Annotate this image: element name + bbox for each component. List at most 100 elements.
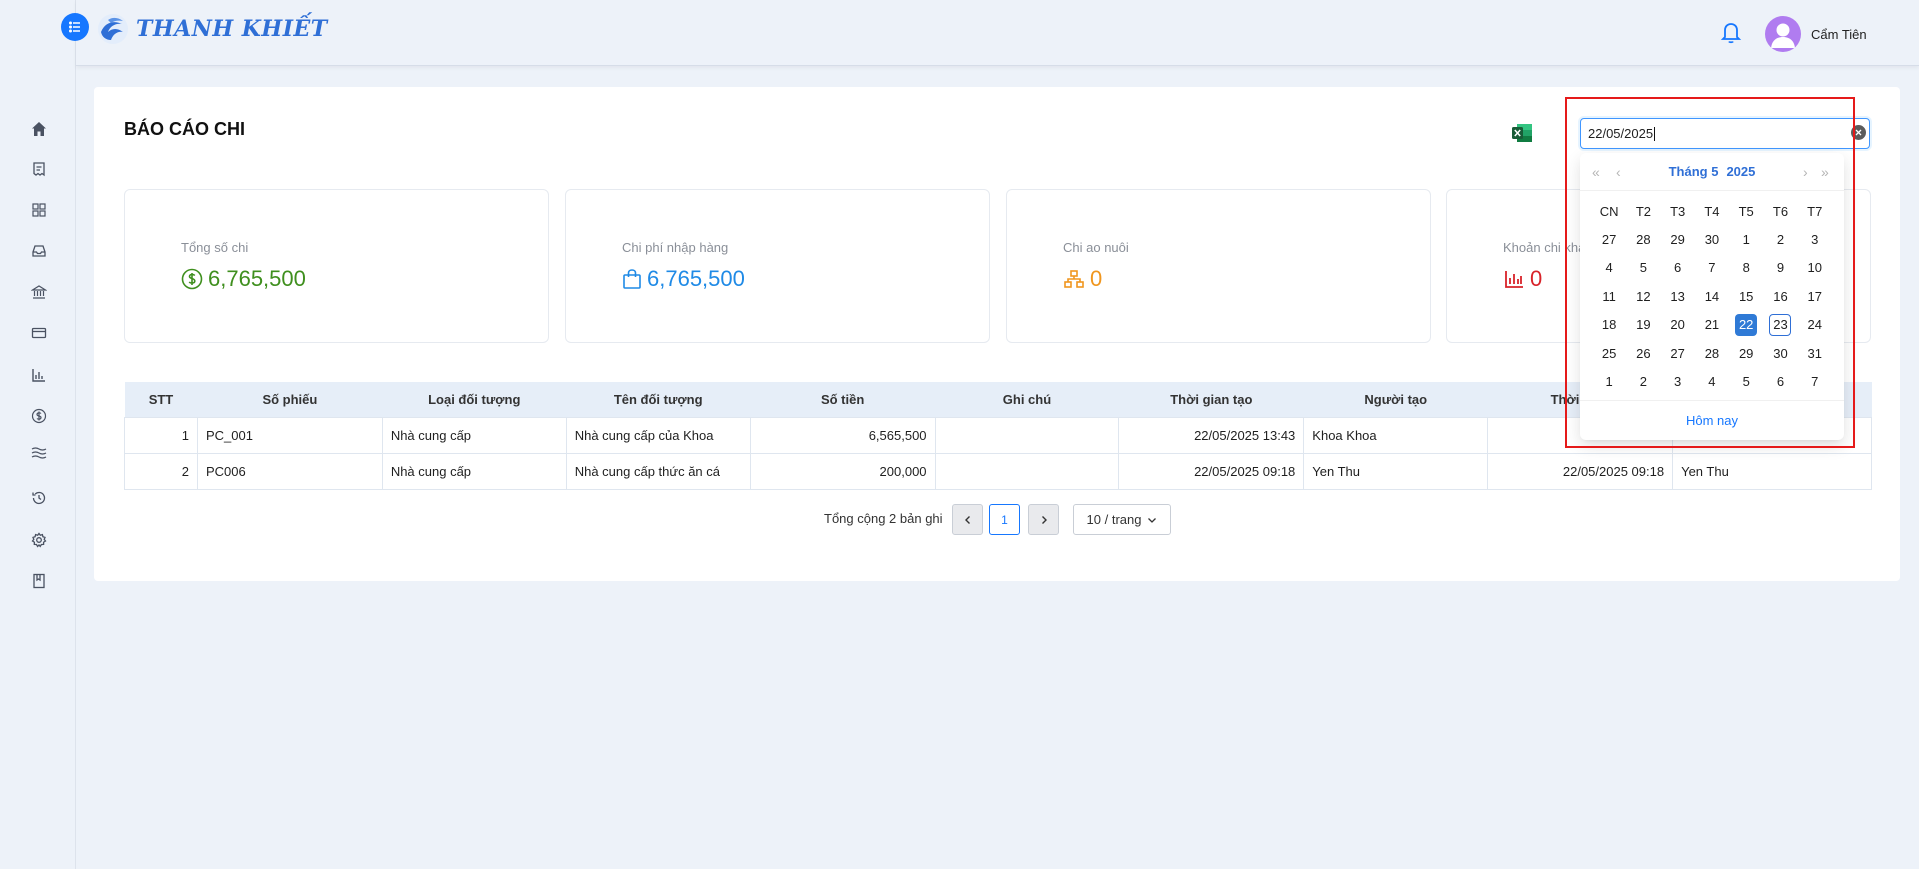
date-cell[interactable]: 5 — [1626, 257, 1660, 279]
page-size-value: 10 / trang — [1086, 512, 1142, 527]
date-cell[interactable]: 26 — [1626, 343, 1660, 365]
date-cell[interactable]: 17 — [1798, 286, 1832, 308]
date-cell[interactable]: 16 — [1763, 286, 1797, 308]
stat-card-pond-cost: Chi ao nuôi 0 — [1006, 189, 1431, 343]
notification-bell-icon[interactable] — [1720, 20, 1742, 49]
date-cell[interactable]: 30 — [1763, 343, 1797, 365]
date-cell[interactable]: 21 — [1695, 314, 1729, 336]
next-month-icon[interactable]: › — [1803, 164, 1808, 180]
prev-page-button[interactable] — [952, 504, 983, 535]
column-header[interactable]: Người tạo — [1303, 382, 1488, 417]
card-icon[interactable] — [27, 321, 51, 345]
today-button[interactable]: Hôm nay — [1686, 413, 1738, 428]
date-cell[interactable]: 6 — [1763, 371, 1797, 393]
date-cell[interactable]: 7 — [1798, 371, 1832, 393]
excel-export-icon[interactable] — [1511, 122, 1533, 149]
column-header[interactable]: STT — [124, 382, 198, 417]
date-cell[interactable]: 7 — [1695, 257, 1729, 279]
date-cell[interactable]: 20 — [1661, 314, 1695, 336]
stat-label: Chi ao nuôi — [1063, 240, 1129, 255]
history-icon[interactable] — [27, 486, 51, 510]
logo-text: THANH KHIẾT — [136, 16, 328, 42]
date-cell[interactable]: 9 — [1763, 257, 1797, 279]
date-cell[interactable]: 4 — [1592, 257, 1626, 279]
date-cell[interactable]: 15 — [1729, 286, 1763, 308]
next-year-icon[interactable]: » — [1821, 164, 1829, 180]
date-cell[interactable]: 28 — [1695, 343, 1729, 365]
date-cell[interactable]: 3 — [1661, 371, 1695, 393]
gear-icon[interactable] — [27, 528, 51, 552]
app-logo[interactable]: THANH KHIẾT — [96, 12, 328, 46]
grid-icon[interactable] — [27, 198, 51, 222]
page-title: BÁO CÁO CHI — [124, 119, 245, 139]
date-cell[interactable]: 30 — [1695, 229, 1729, 251]
calendar-grid: CN T2 T3 T4 T5 T6 T7 27 28 29 30 1 2 3 4… — [1592, 197, 1832, 397]
column-header[interactable]: Số tiền — [750, 382, 936, 417]
date-cell[interactable]: 29 — [1729, 343, 1763, 365]
date-cell[interactable]: 3 — [1798, 229, 1832, 251]
table-row[interactable]: 2 PC006 Nhà cung cấp Nhà cung cấp thức ă… — [124, 452, 1872, 490]
date-cell[interactable]: 12 — [1626, 286, 1660, 308]
date-cell[interactable]: 29 — [1661, 229, 1695, 251]
date-cell[interactable]: 4 — [1695, 371, 1729, 393]
date-picker-panel: Tháng 5 2025 « ‹ › » CN T2 T3 T4 T5 T6 T… — [1580, 153, 1844, 440]
date-cell[interactable]: 13 — [1661, 286, 1695, 308]
date-cell[interactable]: 8 — [1729, 257, 1763, 279]
clear-date-icon[interactable] — [1851, 125, 1866, 140]
column-header[interactable]: Tên đối tượng — [566, 382, 751, 417]
date-cell[interactable]: 27 — [1661, 343, 1695, 365]
chevron-left-icon — [964, 515, 970, 524]
date-cell[interactable]: 11 — [1592, 286, 1626, 308]
next-page-button[interactable] — [1028, 504, 1059, 535]
date-cell[interactable]: 10 — [1798, 257, 1832, 279]
book-icon[interactable] — [27, 569, 51, 593]
weekday-label: T7 — [1807, 203, 1823, 219]
year-select[interactable]: 2025 — [1726, 164, 1755, 179]
prev-month-icon[interactable]: ‹ — [1616, 164, 1621, 180]
date-cell[interactable]: 2 — [1626, 371, 1660, 393]
column-header[interactable]: Ghi chú — [935, 382, 1119, 417]
date-cell[interactable]: 1 — [1592, 371, 1626, 393]
date-cell[interactable]: 18 — [1592, 314, 1626, 336]
date-cell[interactable]: 31 — [1798, 343, 1832, 365]
dollar-icon[interactable] — [27, 404, 51, 428]
week-row: 25 26 27 28 29 30 31 — [1592, 340, 1832, 369]
weekday-row: CN T2 T3 T4 T5 T6 T7 — [1592, 197, 1832, 226]
date-input[interactable]: 22/05/2025 — [1580, 118, 1870, 149]
date-cell[interactable]: 27 — [1592, 229, 1626, 251]
week-row: 1 2 3 4 5 6 7 — [1592, 368, 1832, 397]
top-header — [76, 0, 1919, 66]
date-cell[interactable]: 5 — [1729, 371, 1763, 393]
date-cell[interactable]: 1 — [1729, 229, 1763, 251]
column-header[interactable]: Loại đối tượng — [382, 382, 567, 417]
user-name[interactable]: Cẩm Tiên — [1811, 27, 1867, 42]
weekday-label: T5 — [1738, 203, 1754, 219]
bank-icon[interactable] — [27, 280, 51, 304]
waves-icon[interactable] — [27, 441, 51, 465]
bar-chart-icon[interactable] — [27, 363, 51, 387]
date-cell[interactable]: 2 — [1763, 229, 1797, 251]
week-row: 4 5 6 7 8 9 10 — [1592, 254, 1832, 283]
page-number-button[interactable]: 1 — [989, 504, 1020, 535]
date-cell[interactable]: 19 — [1626, 314, 1660, 336]
receipt-icon[interactable] — [27, 157, 51, 181]
cell-note — [934, 452, 1120, 490]
column-header[interactable]: Số phiếu — [197, 382, 383, 417]
date-cell[interactable]: 14 — [1695, 286, 1729, 308]
date-cell-today[interactable]: 23 — [1763, 314, 1797, 337]
column-header[interactable]: Thời gian tạo — [1118, 382, 1304, 417]
user-avatar[interactable] — [1765, 16, 1801, 52]
inbox-icon[interactable] — [27, 239, 51, 263]
date-cell-selected[interactable]: 22 — [1729, 314, 1763, 337]
menu-toggle-button[interactable] — [61, 13, 89, 41]
menu-icon — [69, 21, 80, 33]
prev-year-icon[interactable]: « — [1592, 164, 1600, 180]
month-select[interactable]: Tháng 5 — [1669, 164, 1719, 179]
stat-value-text: 0 — [1090, 266, 1103, 291]
home-icon[interactable] — [27, 117, 51, 141]
date-cell[interactable]: 28 — [1626, 229, 1660, 251]
date-cell[interactable]: 6 — [1661, 257, 1695, 279]
date-cell[interactable]: 25 — [1592, 343, 1626, 365]
date-cell[interactable]: 24 — [1798, 314, 1832, 336]
page-size-select[interactable]: 10 / trang — [1073, 504, 1171, 535]
